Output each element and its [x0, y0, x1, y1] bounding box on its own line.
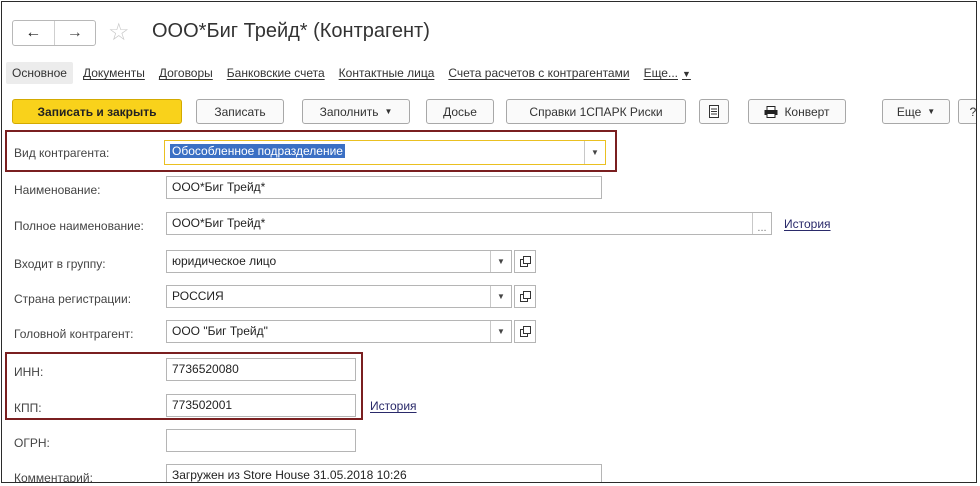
more-button[interactable]: Еще ▼: [882, 99, 950, 124]
spark-risks-button[interactable]: Справки 1СПАРК Риски: [506, 99, 686, 124]
open-country-button[interactable]: [514, 285, 536, 308]
printer-icon: [764, 105, 778, 118]
envelope-label: Конверт: [784, 104, 830, 119]
full-name-value: ООО*Биг Трейд*: [172, 216, 266, 230]
tab-more[interactable]: Еще... ▼: [644, 66, 691, 80]
tab-settlement-accounts[interactable]: Счета расчетов с контрагентами: [448, 66, 629, 80]
open-head-button[interactable]: [514, 320, 536, 343]
window-title: ООО*Биг Трейд* (Контрагент): [152, 20, 430, 42]
country-label: Страна регистрации:: [14, 292, 132, 306]
navigation-buttons: ← →: [12, 20, 96, 46]
form-window: ← → ☆ ООО*Биг Трейд* (Контрагент) Основн…: [1, 1, 977, 483]
ogrn-label: ОГРН:: [14, 436, 50, 450]
back-arrow-icon[interactable]: ←: [13, 21, 55, 45]
highlight-frame-inn-kpp: [5, 352, 363, 420]
chevron-down-icon[interactable]: ▼: [490, 251, 511, 272]
fill-button-label: Заполнить: [319, 104, 379, 119]
open-group-button[interactable]: [514, 250, 536, 273]
tab-bank-accounts[interactable]: Банковские счета: [227, 66, 325, 80]
country-select[interactable]: РОССИЯ ▼: [166, 285, 512, 308]
tab-contact-persons[interactable]: Контактные лица: [339, 66, 435, 80]
open-window-icon: [519, 256, 531, 267]
head-label: Головной контрагент:: [14, 327, 134, 341]
ellipsis-icon[interactable]: ...: [752, 213, 771, 234]
kpp-history-link[interactable]: История: [370, 399, 417, 413]
full-name-input[interactable]: ООО*Биг Трейд* ...: [166, 212, 772, 235]
group-select[interactable]: юридическое лицо ▼: [166, 250, 512, 273]
tab-main[interactable]: Основное: [6, 62, 73, 84]
forward-arrow-icon[interactable]: →: [55, 21, 96, 45]
full-name-history-link[interactable]: История: [784, 217, 831, 231]
comment-input[interactable]: Загружен из Store House 31.05.2018 10:26: [166, 464, 602, 482]
tab-documents[interactable]: Документы: [83, 66, 145, 80]
envelope-print-button[interactable]: Конверт: [748, 99, 846, 124]
tab-contracts[interactable]: Договоры: [159, 66, 213, 80]
more-button-label: Еще: [896, 104, 922, 119]
save-and-close-button[interactable]: Записать и закрыть: [12, 99, 182, 124]
highlight-frame-kind: [5, 130, 617, 172]
group-value: юридическое лицо: [172, 254, 277, 268]
chevron-down-icon: ▼: [681, 69, 691, 79]
name-value: ООО*Биг Трейд*: [172, 180, 266, 194]
name-input[interactable]: ООО*Биг Трейд*: [166, 176, 602, 199]
dossier-button[interactable]: Досье: [426, 99, 494, 124]
ogrn-input[interactable]: [166, 429, 356, 452]
section-tabs: Основное Документы Договоры Банковские с…: [6, 60, 705, 86]
chevron-down-icon: ▼: [927, 107, 936, 116]
chevron-down-icon[interactable]: ▼: [490, 286, 511, 307]
head-select[interactable]: ООО "Биг Трейд" ▼: [166, 320, 512, 343]
chevron-down-icon: ▼: [384, 107, 393, 116]
favorite-star-icon[interactable]: ☆: [108, 18, 130, 47]
chevron-down-icon[interactable]: ▼: [490, 321, 511, 342]
comment-label: Комментарий:: [14, 471, 93, 483]
save-button[interactable]: Записать: [196, 99, 284, 124]
group-label: Входит в группу:: [14, 257, 106, 271]
tab-more-label: Еще...: [643, 66, 678, 80]
full-name-label: Полное наименование:: [14, 219, 144, 233]
help-button[interactable]: ?: [958, 99, 976, 124]
comment-value: Загружен из Store House 31.05.2018 10:26: [172, 468, 407, 482]
list-report-button[interactable]: [699, 99, 729, 124]
open-window-icon: [519, 326, 531, 337]
country-value: РОССИЯ: [172, 289, 224, 303]
head-value: ООО "Биг Трейд": [172, 324, 268, 338]
fill-button[interactable]: Заполнить ▼: [302, 99, 410, 124]
open-window-icon: [519, 291, 531, 302]
name-label: Наименование:: [14, 183, 101, 197]
report-list-icon: [709, 105, 719, 118]
